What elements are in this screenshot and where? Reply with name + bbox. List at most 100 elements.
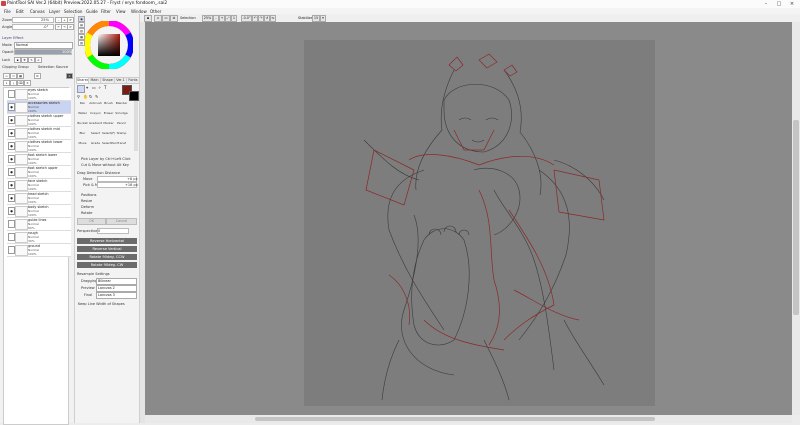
eye-icon[interactable] bbox=[8, 220, 15, 228]
eye-icon[interactable]: ● bbox=[8, 129, 15, 137]
new-canvas-icon[interactable]: ▫ bbox=[154, 15, 162, 22]
new-layer-icon[interactable]: ▫ bbox=[3, 73, 10, 79]
pin-icon[interactable]: ▪ bbox=[144, 15, 152, 22]
dragging-select[interactable]: Bilinear bbox=[96, 278, 137, 285]
new-layer-set-icon[interactable]: ▦ bbox=[17, 73, 24, 79]
pick-layer-option[interactable]: Pick Layer by Ctrl+Left Click bbox=[81, 157, 131, 161]
rotate-ccw-button[interactable]: Rotate 90deg. CCW bbox=[77, 254, 137, 260]
tool-blur[interactable]: Blur bbox=[76, 131, 89, 140]
lasso-icon[interactable]: ⌖ bbox=[86, 85, 88, 90]
clear-layer-icon[interactable]: ⌫ bbox=[17, 80, 24, 86]
zoom-reset-button[interactable]: ↺ bbox=[67, 17, 74, 23]
perspective-slider[interactable] bbox=[97, 228, 129, 234]
eye-icon[interactable]: ● bbox=[8, 207, 15, 215]
angle-value-box[interactable]: -0.0° bbox=[241, 15, 252, 22]
maximize-icon[interactable]: □ bbox=[773, 0, 785, 8]
resize-check[interactable]: Resize bbox=[81, 199, 92, 203]
close-icon[interactable]: × bbox=[786, 0, 798, 8]
eye-icon[interactable] bbox=[8, 90, 15, 98]
color-wheel[interactable] bbox=[85, 21, 133, 69]
clipping-group-check[interactable]: Clipping Group bbox=[2, 65, 29, 69]
hand-tool-icon[interactable]: ✋ bbox=[83, 94, 88, 99]
rotate-tool-icon[interactable]: ↻ bbox=[89, 94, 92, 99]
horizontal-scrollbar[interactable] bbox=[145, 415, 792, 423]
layer-item[interactable]: ● face sketch Normal 100% bbox=[7, 179, 71, 192]
rotate-cw-button[interactable]: Rotate 90deg. CW bbox=[77, 262, 137, 268]
rotate-check[interactable]: Rotate bbox=[81, 211, 92, 215]
tool-airbrush[interactable]: Airbrush bbox=[89, 101, 102, 110]
positions-check[interactable]: Positions bbox=[81, 193, 96, 197]
rotate-reset-button[interactable]: ↺ bbox=[67, 24, 74, 30]
vertical-scroll-thumb[interactable] bbox=[793, 120, 799, 315]
layer-item[interactable]: ● foot sketch upper Normal 100% bbox=[7, 166, 71, 179]
eyedropper-icon[interactable]: ✎ bbox=[95, 94, 98, 99]
reverse-horizontal-button[interactable]: Reverse Horizontal bbox=[77, 238, 137, 244]
cancel-button[interactable]: Cancel bbox=[106, 218, 137, 225]
eye-icon[interactable]: ● bbox=[8, 142, 15, 150]
lock-paint-icon[interactable]: ✎ bbox=[28, 57, 35, 63]
layer-item[interactable]: ground Normal 100% bbox=[7, 244, 71, 257]
layer-item[interactable]: ● head sketch Normal 100% bbox=[7, 192, 71, 205]
tab-fonts[interactable]: Fonts bbox=[126, 77, 140, 84]
scratchpad-icon[interactable]: ▧ bbox=[78, 40, 85, 46]
wand-icon[interactable]: ✧ bbox=[98, 85, 101, 90]
tool-eraser[interactable]: Eraser bbox=[102, 111, 115, 120]
tool-grid-scrollbar[interactable] bbox=[134, 101, 138, 151]
zoom-100-icon[interactable]: 1 bbox=[231, 15, 237, 22]
tool-move[interactable]: Move bbox=[76, 141, 89, 150]
secondary-color-swatch[interactable] bbox=[129, 91, 139, 101]
final-select[interactable]: Lanczos 3 bbox=[96, 292, 137, 299]
selection-source-check[interactable]: Selection Source bbox=[38, 65, 68, 69]
layer-item[interactable]: eyes sketch Normal 100% bbox=[7, 88, 71, 101]
layer-item[interactable]: ● clothes sketch lower Normal 100% bbox=[7, 140, 71, 153]
tool-grade[interactable]: Grade bbox=[89, 141, 102, 150]
stabilizer-dropdown-icon[interactable]: ▾ bbox=[320, 15, 326, 22]
preview-select[interactable]: Lanczos 2 bbox=[96, 285, 137, 292]
keep-line-width-check[interactable]: Keep Line Width of Shapes bbox=[78, 302, 125, 306]
drawing-canvas[interactable] bbox=[304, 40, 655, 406]
blend-mode-select[interactable]: Normal bbox=[14, 42, 73, 49]
eye-icon[interactable]: ● bbox=[8, 181, 15, 189]
ok-button[interactable]: OK bbox=[77, 218, 106, 225]
eye-icon[interactable]: ● bbox=[8, 155, 15, 163]
tool-selectpen[interactable]: SelectPen bbox=[102, 141, 117, 150]
zoom-value-box[interactable]: 25% bbox=[202, 15, 213, 22]
text-tool-icon[interactable]: T bbox=[104, 85, 106, 90]
horizontal-scroll-thumb[interactable] bbox=[255, 417, 655, 421]
eye-icon[interactable]: ● bbox=[8, 168, 15, 176]
tool-crayon[interactable]: Crayon bbox=[89, 111, 102, 120]
delete-icon[interactable]: ✕ bbox=[24, 80, 31, 86]
flip-view-icon[interactable]: ⇋ bbox=[270, 15, 276, 22]
eye-icon[interactable]: ● bbox=[8, 116, 15, 124]
layer-item[interactable]: ● clothes sketch mid Normal 100% bbox=[7, 127, 71, 140]
delete-layer-icon[interactable]: × bbox=[66, 73, 73, 79]
new-folder-icon[interactable]: ▭ bbox=[10, 73, 17, 79]
tool-pen[interactable]: Pen bbox=[76, 101, 89, 110]
tool-select-f[interactable]: Select(F) bbox=[102, 131, 115, 140]
canvas-tab-icon[interactable]: ▭ bbox=[162, 15, 170, 22]
lock-move-icon[interactable]: ✥ bbox=[21, 57, 28, 63]
tool-bucket[interactable]: Bucket bbox=[76, 121, 89, 130]
zoom-tool-icon[interactable]: ⚲ bbox=[77, 94, 80, 99]
tool-gradient[interactable]: Gradient bbox=[89, 121, 102, 130]
tool-stamp[interactable]: Stamp bbox=[115, 131, 128, 140]
layer-item[interactable]: rough Normal 30% bbox=[7, 231, 71, 244]
layer-item[interactable]: ● accessories sketch Normal 100% bbox=[7, 101, 71, 114]
tool-water[interactable]: Water bbox=[76, 111, 89, 120]
lock-alpha-icon[interactable]: α bbox=[35, 57, 42, 63]
layer-effect-toggle[interactable]: Layer Effect bbox=[2, 36, 24, 40]
cut-move-option[interactable]: Cut & Move without Alt Key bbox=[81, 163, 129, 167]
layer-item[interactable]: guide lines Normal 60% bbox=[7, 218, 71, 231]
merge-down-icon[interactable]: ⤓ bbox=[10, 80, 17, 86]
transfer-down-icon[interactable]: ↓ bbox=[3, 80, 10, 86]
vertical-scrollbar[interactable] bbox=[792, 22, 800, 415]
duplicate-canvas-icon[interactable]: ⧉ bbox=[170, 15, 178, 22]
stabilizer-select[interactable]: 15 bbox=[312, 15, 320, 22]
minimize-icon[interactable]: – bbox=[760, 0, 772, 8]
copy-layer-icon[interactable]: ⧉ bbox=[34, 73, 41, 79]
layer-item[interactable]: ● foot sketch lower Normal 100% bbox=[7, 153, 71, 166]
eye-icon[interactable] bbox=[8, 246, 15, 254]
rect-select-icon[interactable]: ▭ bbox=[92, 85, 96, 90]
layer-item[interactable]: ● clothes sketch upper Normal 100% bbox=[7, 114, 71, 127]
selection-check[interactable]: Selection bbox=[180, 16, 196, 20]
